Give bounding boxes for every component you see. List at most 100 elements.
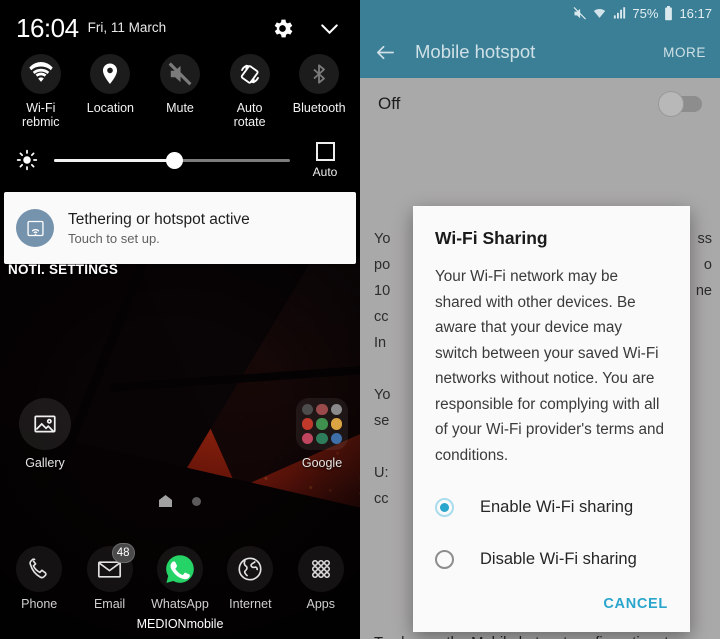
checkbox-square-icon (315, 141, 335, 161)
quick-tile-sublabel: rebmic (22, 115, 60, 129)
google-folder-icon (296, 398, 348, 450)
auto-label: Auto (312, 164, 338, 179)
folder-mini-icon (302, 404, 314, 416)
location-icon (90, 54, 131, 94)
quick-tile-label: Bluetooth (292, 101, 346, 115)
option-enable-wifi-sharing[interactable]: Enable Wi-Fi sharing (435, 486, 668, 528)
dialog-body: Your Wi-Fi network may be shared with ot… (435, 268, 665, 464)
back-arrow-icon[interactable] (374, 41, 397, 64)
phone-icon (16, 546, 63, 592)
auto-rotate-icon (229, 54, 270, 94)
quick-tile-label: Auto (236, 101, 263, 115)
home-icon-google-folder[interactable]: Google (285, 398, 359, 470)
dock-item-label: WhatsApp (151, 597, 209, 611)
bluetooth-icon (299, 54, 340, 94)
quick-tile-auto-rotate[interactable]: Auto rotate (216, 54, 284, 129)
whatsapp-icon (156, 546, 203, 592)
quick-tile-sublabel: rotate (233, 115, 266, 129)
dock-item-apps[interactable]: Apps (289, 546, 353, 611)
brightness-row: Auto (0, 129, 360, 181)
dual-screenshot: Gallery Google Phone 48 Email WhatsApp I… (0, 0, 720, 639)
hotspot-toggle-row[interactable]: Off (360, 78, 720, 130)
folder-mini-icon (330, 418, 343, 430)
brightness-icon (16, 149, 38, 171)
noti-settings-label[interactable]: NOTI. SETTINGS (8, 262, 118, 277)
dock-item-whatsapp[interactable]: WhatsApp (148, 546, 212, 611)
date-label: Fri, 11 March (87, 20, 167, 36)
quick-tile-label: Wi-Fi (26, 101, 56, 115)
notification-card[interactable]: Tethering or hotspot active Touch to set… (4, 192, 356, 264)
email-badge: 48 (111, 543, 135, 563)
battery-icon (663, 5, 674, 21)
hotspot-icon (16, 209, 54, 247)
home-dock: Phone 48 Email WhatsApp Internet Apps (0, 543, 360, 611)
dock-item-internet[interactable]: Internet (218, 546, 282, 611)
internet-icon (227, 546, 274, 592)
quick-tiles: Wi-Fi rebmic Location Mute Auto rotate B… (0, 46, 360, 129)
brightness-slider[interactable] (54, 150, 290, 170)
home-icon-gallery[interactable]: Gallery (8, 398, 82, 470)
quick-tile-location[interactable]: Location (76, 54, 144, 129)
home-icon-label: Google (301, 456, 343, 470)
battery-percent: 75% (632, 5, 659, 21)
hotspot-help-note: To change the Mobile hotspot configurati… (374, 631, 708, 639)
dialog-actions: CANCEL (435, 590, 668, 624)
page-dot (192, 496, 201, 506)
clock: 16:04 (16, 13, 79, 43)
quick-tile-mute[interactable]: Mute (146, 54, 214, 129)
dock-item-label: Internet (229, 597, 272, 611)
page-indicator (0, 495, 360, 507)
home-icon-label: Gallery (25, 456, 65, 470)
dock-item-phone[interactable]: Phone (7, 546, 71, 611)
folder-mini-icon (302, 418, 314, 430)
home-page-icon (159, 495, 172, 507)
radio-button-icon[interactable] (435, 549, 454, 569)
wifi-icon (592, 6, 607, 21)
dock-item-label: Email (93, 597, 126, 611)
quick-tile-wifi[interactable]: Wi-Fi rebmic (7, 54, 75, 129)
toggle-label: Off (378, 94, 401, 113)
notification-title: Tethering or hotspot active (68, 210, 250, 228)
quick-tile-label: Location (86, 101, 135, 115)
auto-brightness-checkbox[interactable]: Auto (304, 141, 346, 179)
option-disable-wifi-sharing[interactable]: Disable Wi-Fi sharing (435, 538, 668, 580)
status-bar: 75% 16:17 (360, 0, 720, 26)
notification-subtitle: Touch to set up. (68, 230, 160, 246)
obscured-text-right: ss o ne (695, 231, 712, 299)
folder-mini-icon (316, 432, 328, 445)
slider-thumb[interactable] (166, 151, 184, 169)
gear-icon[interactable] (270, 16, 295, 41)
folder-mini-icon (316, 404, 328, 416)
folder-mini-icon (302, 432, 314, 445)
more-button[interactable]: MORE (663, 45, 706, 60)
wifi-icon (20, 54, 61, 94)
signal-bars-icon (612, 6, 627, 21)
email-icon: 48 (86, 543, 135, 592)
right-phone-screen: 75% 16:17 Mobile hotspot MORE Off Yo po … (360, 0, 720, 639)
dialog-options: Enable Wi-Fi sharing Disable Wi-Fi shari… (435, 486, 668, 580)
mute-icon (159, 54, 200, 94)
option-label: Disable Wi-Fi sharing (480, 549, 637, 568)
dock-item-email[interactable]: 48 Email (78, 543, 142, 611)
status-clock: 16:17 (679, 5, 712, 21)
folder-mini-icon (330, 432, 343, 445)
folder-mini-icon (330, 404, 343, 416)
apps-grid-icon (297, 546, 344, 592)
chevron-down-icon[interactable] (317, 16, 342, 41)
folder-mini-icon (316, 418, 328, 430)
quick-tile-label: Mute (166, 101, 194, 115)
dock-item-label: Phone (21, 597, 58, 611)
quick-settings-header: 16:04 Fri, 11 March (0, 0, 360, 46)
cancel-button[interactable]: CANCEL (603, 596, 668, 612)
dialog-title: Wi-Fi Sharing (435, 228, 548, 248)
quick-tile-bluetooth[interactable]: Bluetooth (285, 54, 353, 129)
gallery-icon (19, 398, 71, 450)
left-phone-screen: Gallery Google Phone 48 Email WhatsApp I… (0, 0, 360, 639)
app-bar: Mobile hotspot MORE (360, 26, 720, 78)
hotspot-toggle[interactable] (658, 91, 702, 117)
option-label: Enable Wi-Fi sharing (480, 497, 634, 516)
quick-settings-panel: 16:04 Fri, 11 March Wi-Fi rebmic Locatio… (0, 0, 360, 264)
radio-button-selected-icon[interactable] (435, 497, 454, 517)
mute-icon (572, 6, 587, 21)
wifi-sharing-dialog: Wi-Fi Sharing Your Wi-Fi network may be … (413, 206, 690, 632)
